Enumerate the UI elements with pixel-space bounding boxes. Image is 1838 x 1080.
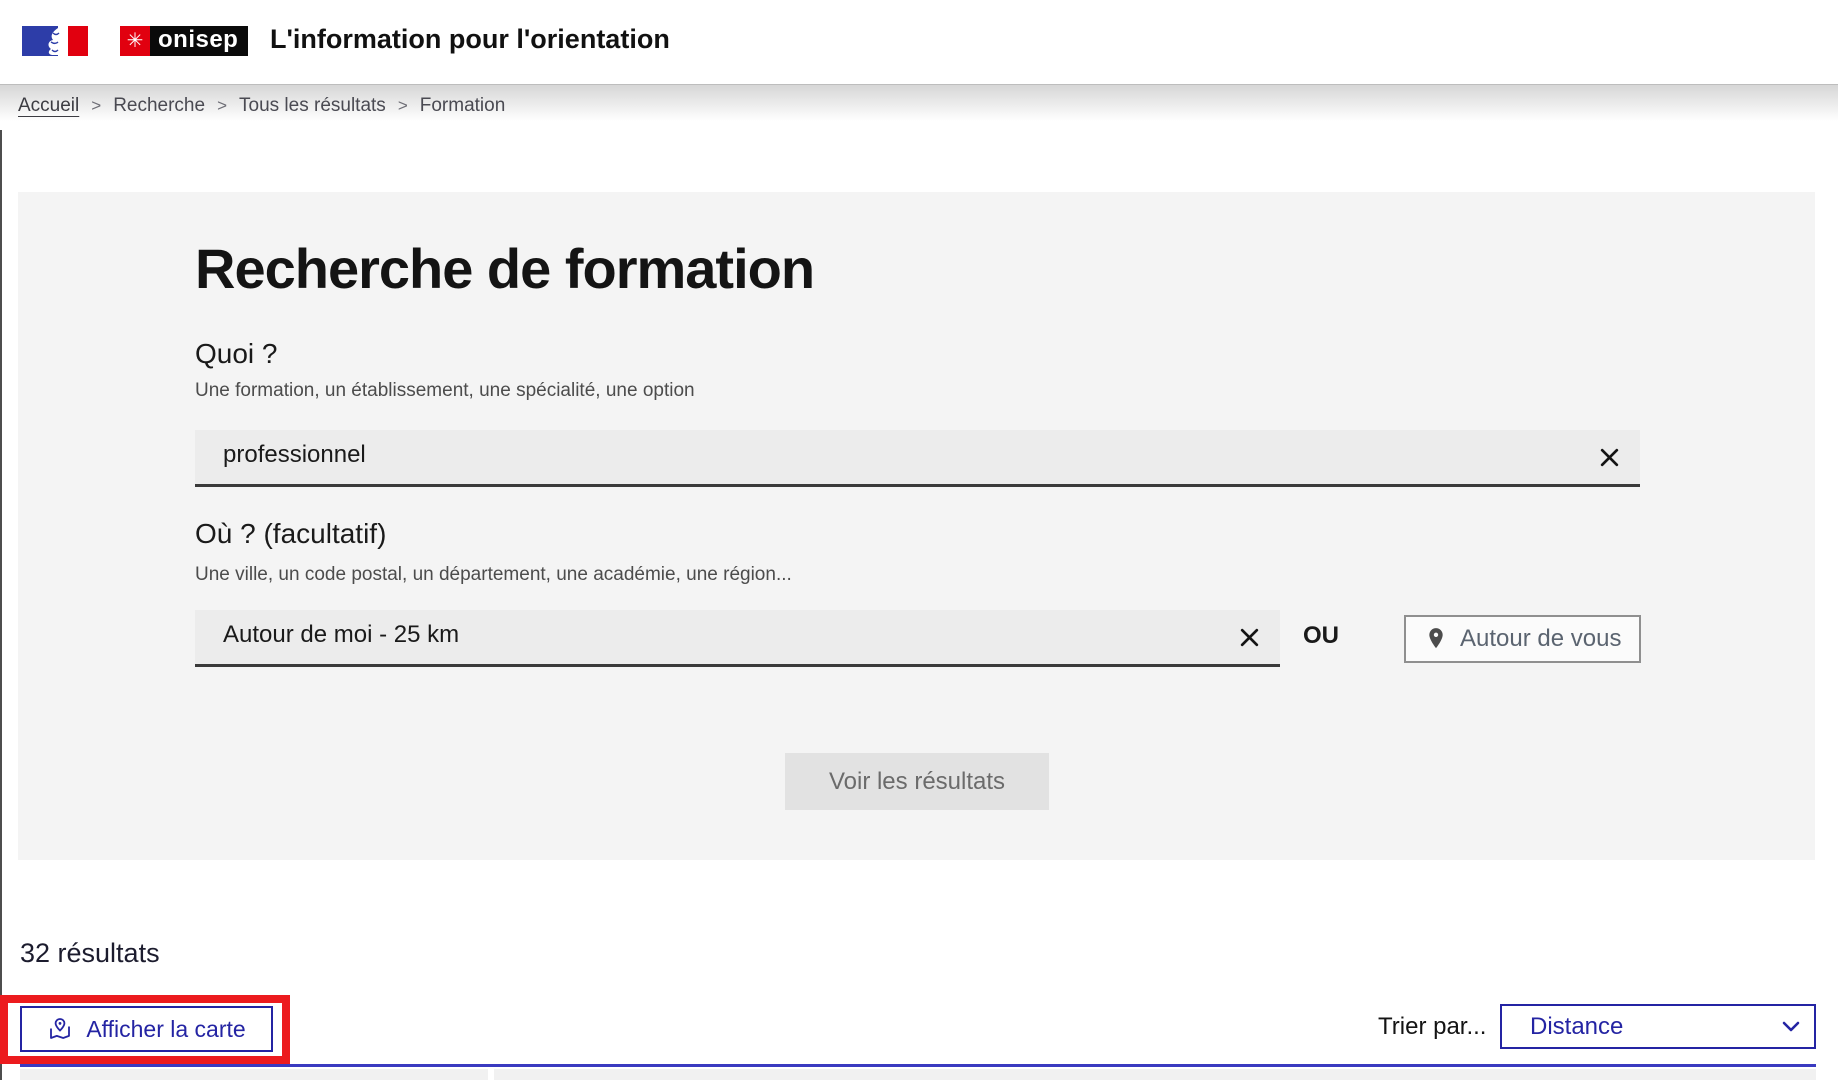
around-you-button[interactable]: Autour de vous: [1404, 615, 1641, 663]
show-map-button[interactable]: Afficher la carte: [20, 1006, 273, 1052]
or-label: OU: [1303, 622, 1339, 650]
sort-select[interactable]: Distance: [1500, 1004, 1816, 1049]
what-label: Quoi ?: [195, 338, 278, 370]
sort-by-label: Trier par...: [1378, 1013, 1486, 1041]
where-input[interactable]: [195, 610, 1280, 664]
clear-what-icon[interactable]: [1592, 440, 1626, 474]
chevron-down-icon: [1782, 1021, 1800, 1033]
results-count: 32 résultats: [20, 938, 160, 969]
where-input-wrap: [195, 610, 1280, 667]
location-pin-icon: [1426, 626, 1446, 652]
what-hint: Une formation, un établissement, une spé…: [195, 380, 695, 402]
breadcrumb: Accueil > Recherche > Tous les résultats…: [0, 84, 1838, 130]
clear-where-icon[interactable]: [1232, 620, 1266, 654]
result-card-top: [494, 1069, 1816, 1080]
what-input-wrap: [195, 430, 1640, 487]
search-panel: Recherche de formation Quoi ? Une format…: [18, 192, 1815, 860]
page-title: Recherche de formation: [195, 236, 814, 301]
breadcrumb-accueil[interactable]: Accueil: [18, 95, 79, 117]
onisep-asterisk-icon: ✳: [120, 26, 150, 56]
site-tagline: L'information pour l'orientation: [270, 24, 670, 55]
see-results-button[interactable]: Voir les résultats: [785, 753, 1049, 810]
where-label: Où ? (facultatif): [195, 518, 386, 550]
result-card-top: [20, 1069, 488, 1080]
what-input[interactable]: [195, 430, 1640, 484]
where-hint: Une ville, un code postal, un départemen…: [195, 564, 792, 586]
breadcrumb-formation: Formation: [420, 95, 506, 117]
breadcrumb-separator-icon: >: [398, 95, 408, 116]
breadcrumb-separator-icon: >: [217, 95, 227, 116]
onisep-logo-text: onisep: [150, 26, 248, 56]
results-divider: [20, 1064, 1816, 1067]
window-left-border: [0, 0, 2, 1080]
onisep-search-page: ✳ onisep L'information pour l'orientatio…: [0, 0, 1838, 1080]
breadcrumb-tous-les-resultats[interactable]: Tous les résultats: [239, 95, 386, 117]
show-map-label: Afficher la carte: [86, 1016, 245, 1043]
breadcrumb-separator-icon: >: [91, 95, 101, 116]
site-header: ✳ onisep L'information pour l'orientatio…: [0, 0, 1838, 84]
around-you-label: Autour de vous: [1460, 625, 1621, 653]
breadcrumb-recherche[interactable]: Recherche: [113, 95, 205, 117]
sort-select-value: Distance: [1530, 1013, 1623, 1041]
french-republic-logo: [22, 26, 88, 56]
map-icon: [47, 1016, 73, 1042]
onisep-logo[interactable]: ✳ onisep: [120, 26, 248, 56]
